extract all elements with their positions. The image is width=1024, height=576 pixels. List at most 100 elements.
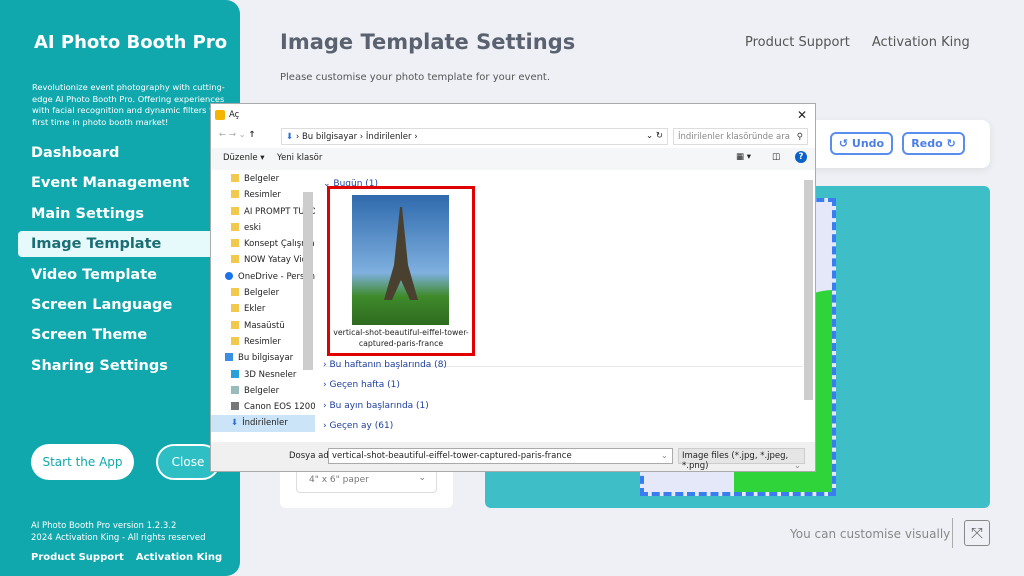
filename-value: vertical-shot-beautiful-eiffel-tower-cap… xyxy=(332,451,572,461)
tree-item[interactable]: Resimler xyxy=(211,334,315,350)
nav-video-template[interactable]: Video Template xyxy=(18,262,240,288)
filetype-select[interactable]: Image files (*.jpg, *.jpeg, *.png) ⌄ xyxy=(678,448,805,471)
computer-icon xyxy=(225,353,233,362)
nav-event-management[interactable]: Event Management xyxy=(18,170,240,196)
folder-icon xyxy=(231,320,239,329)
document-icon xyxy=(231,385,239,394)
tree-item[interactable]: 3D Nesneler xyxy=(211,367,315,383)
breadcrumb-this-pc[interactable]: Bu bilgisayar xyxy=(302,132,357,142)
folder-icon xyxy=(231,239,239,248)
tree-item[interactable]: Belgeler xyxy=(211,171,315,187)
group-header[interactable]: › Bu ayın başlarında (1) xyxy=(323,401,429,411)
page-title: Image Template Settings xyxy=(280,30,576,54)
undo-button[interactable]: ↺ Undo xyxy=(830,132,893,155)
tree-label: Resimler xyxy=(244,190,281,201)
onedrive-icon xyxy=(225,271,233,280)
filename-input[interactable]: vertical-shot-beautiful-eiffel-tower-cap… xyxy=(328,448,673,464)
tree-item[interactable]: ⬇ İndirilenler xyxy=(211,415,315,432)
folder-icon xyxy=(231,174,239,182)
chevron-down-icon: ⌄ xyxy=(418,473,426,483)
tree-scrollbar[interactable] xyxy=(303,192,313,370)
folder-icon xyxy=(231,222,239,231)
chevron-down-icon: ⌄ xyxy=(660,451,668,461)
tree-item[interactable]: eski xyxy=(211,220,315,236)
group-header[interactable]: › Geçen ay (61) xyxy=(323,421,393,431)
tree-label: Bu bilgisayar xyxy=(238,353,294,364)
group-header[interactable]: › Bu haftanın başlarında (8) xyxy=(323,360,447,370)
tree-item[interactable]: Konsept Çalışma xyxy=(211,236,315,252)
filetype-value: Image files (*.jpg, *.jpeg, *.png) xyxy=(682,451,789,471)
redo-button[interactable]: Redo ↻ xyxy=(902,132,965,155)
tree-item[interactable]: Belgeler xyxy=(211,285,315,301)
paper-size-value: 4" x 6" paper xyxy=(309,475,369,485)
nav-screen-theme[interactable]: Screen Theme xyxy=(18,322,240,348)
start-app-button[interactable]: Start the App xyxy=(31,444,134,480)
nav-screen-language[interactable]: Screen Language xyxy=(18,292,240,318)
tree-label: Masaüstü xyxy=(244,320,285,331)
folder-tree: Belgeler Resimler AI PROMPT TUTO eski Ko… xyxy=(211,170,315,442)
tree-item[interactable]: AI PROMPT TUTO xyxy=(211,204,315,220)
expand-icon[interactable]: ⤧ xyxy=(964,520,990,546)
cube-icon xyxy=(231,369,239,378)
breadcrumb-downloads[interactable]: İndirilenler xyxy=(366,132,412,142)
sidebar-support-link[interactable]: Product Support xyxy=(31,552,124,563)
address-bar[interactable]: ⬇ › Bu bilgisayar › İndirilenler › ⌄ ↻ xyxy=(281,128,668,145)
tree-item[interactable]: OneDrive - Person xyxy=(211,269,315,285)
folder-icon xyxy=(231,190,239,199)
app-icon xyxy=(215,110,225,120)
group-label: Bu haftanın başlarında (8) xyxy=(329,360,447,370)
dialog-title: Aç xyxy=(229,110,240,120)
tree-label: eski xyxy=(244,222,261,233)
activation-king-link[interactable]: Activation King xyxy=(872,35,970,50)
tree-item[interactable]: Ekler xyxy=(211,301,315,317)
help-icon[interactable]: ? xyxy=(795,151,807,163)
open-file-dialog: Aç ✕ ← → ⌄ ↑ ⬇ › Bu bilgisayar › İndiril… xyxy=(210,103,816,472)
nav-arrows-icon[interactable]: ← → ⌄ ↑ xyxy=(219,130,256,140)
eiffel-tower-icon xyxy=(384,207,418,300)
new-folder-button[interactable]: Yeni klasör xyxy=(277,153,322,163)
view-icon[interactable]: ▦ ▾ xyxy=(736,152,751,162)
file-scrollbar[interactable] xyxy=(804,180,813,400)
group-label: Geçen ay (61) xyxy=(329,421,394,431)
nav-menu: Dashboard Event Management Main Settings… xyxy=(18,140,240,383)
sidebar-king-link[interactable]: Activation King xyxy=(136,552,222,563)
product-support-link[interactable]: Product Support xyxy=(745,35,850,50)
tree-label: Belgeler xyxy=(244,385,280,396)
folder-icon xyxy=(231,304,239,313)
tree-label: Resimler xyxy=(244,336,281,347)
tree-item[interactable]: Bu bilgisayar xyxy=(211,350,315,366)
tree-item[interactable]: NOW Yatay Vide xyxy=(211,252,315,268)
organize-button[interactable]: Düzenle ▾ xyxy=(223,153,265,163)
search-input[interactable]: İndirilenler klasöründe ara ⚲ xyxy=(673,128,808,145)
tree-item[interactable]: Resimler xyxy=(211,187,315,203)
selected-file[interactable]: vertical-shot-beautiful-eiffel-tower-cap… xyxy=(327,186,475,356)
tree-label: Belgeler xyxy=(244,174,280,184)
refresh-icon[interactable]: ⌄ ↻ xyxy=(646,131,663,141)
brand-title: AI Photo Booth Pro xyxy=(34,32,228,53)
customise-hint: You can customise visually xyxy=(790,527,951,541)
nav-sharing-settings[interactable]: Sharing Settings xyxy=(18,353,240,379)
page-subtitle: Please customise your photo template for… xyxy=(280,72,551,83)
tree-item[interactable]: Canon EOS 1200 xyxy=(211,399,315,415)
tree-item[interactable]: Belgeler xyxy=(211,383,315,399)
tree-label: Belgeler xyxy=(244,288,280,299)
tree-label: 3D Nesneler xyxy=(244,369,297,380)
search-icon: ⚲ xyxy=(796,132,803,142)
nav-image-template[interactable]: Image Template xyxy=(18,231,240,258)
folder-icon xyxy=(231,288,239,297)
copyright-text: 2024 Activation King - All rights reserv… xyxy=(31,533,206,543)
file-name: vertical-shot-beautiful-eiffel-tower-cap… xyxy=(333,328,469,348)
group-label: Bu ayın başlarında (1) xyxy=(329,401,429,411)
group-header[interactable]: › Geçen hafta (1) xyxy=(323,380,400,390)
folder-icon xyxy=(231,206,239,215)
nav-main-settings[interactable]: Main Settings xyxy=(18,201,240,227)
download-icon: ⬇ xyxy=(231,418,239,429)
tree-item[interactable]: Masaüstü xyxy=(211,318,315,334)
close-icon[interactable]: ✕ xyxy=(797,108,807,122)
search-placeholder: İndirilenler klasöründe ara xyxy=(678,132,790,142)
nav-dashboard[interactable]: Dashboard xyxy=(18,140,240,166)
divider xyxy=(952,518,953,548)
eiffel-tower-thumbnail xyxy=(352,195,449,325)
preview-pane-icon[interactable]: ◫ xyxy=(772,152,780,162)
sidebar: AI Photo Booth Pro Revolutionize event p… xyxy=(0,0,240,576)
